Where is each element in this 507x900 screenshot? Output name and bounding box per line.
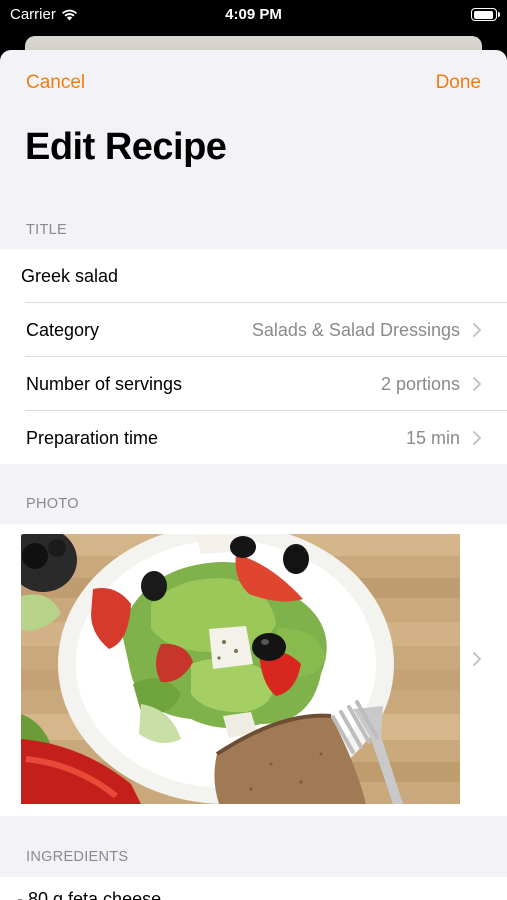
recipe-photo	[21, 534, 460, 804]
done-button[interactable]: Done	[436, 72, 481, 94]
category-value: Salads & Salad Dressings	[251, 319, 460, 340]
category-label: Category	[26, 319, 100, 340]
status-time: 4:09 PM	[225, 6, 282, 23]
preparation-time-row[interactable]: Preparation time 15 min	[0, 411, 507, 465]
photo-row[interactable]	[0, 524, 507, 816]
servings-value: 2 portions	[380, 373, 460, 394]
chevron-right-icon	[473, 323, 481, 337]
chevron-right-icon	[473, 652, 481, 666]
cancel-button[interactable]: Cancel	[26, 72, 85, 94]
recipe-details-group: Category Salads & Salad Dressings Number…	[0, 249, 507, 464]
chevron-right-icon	[473, 431, 481, 445]
ingredients-section-header: INGREDIENTS	[26, 849, 129, 865]
title-section-header: TITLE	[26, 222, 67, 238]
servings-label: Number of servings	[26, 373, 183, 394]
page-title: Edit Recipe	[25, 126, 227, 168]
category-row[interactable]: Category Salads & Salad Dressings	[0, 303, 507, 357]
title-field[interactable]	[21, 249, 481, 303]
battery-icon	[471, 8, 500, 21]
edit-recipe-sheet: Cancel Done Edit Recipe TITLE Category S…	[0, 50, 507, 900]
ingredient-item: - 80 g feta cheese	[17, 889, 162, 900]
title-row[interactable]	[0, 249, 507, 303]
preparation-time-value: 15 min	[405, 427, 460, 448]
chevron-right-icon	[473, 377, 481, 391]
status-bar: Carrier 4:09 PM	[0, 0, 507, 30]
preparation-time-label: Preparation time	[26, 427, 159, 448]
ingredients-group[interactable]: - 80 g feta cheese	[0, 877, 507, 900]
photo-section-header: PHOTO	[26, 496, 79, 512]
servings-row[interactable]: Number of servings 2 portions	[0, 357, 507, 411]
